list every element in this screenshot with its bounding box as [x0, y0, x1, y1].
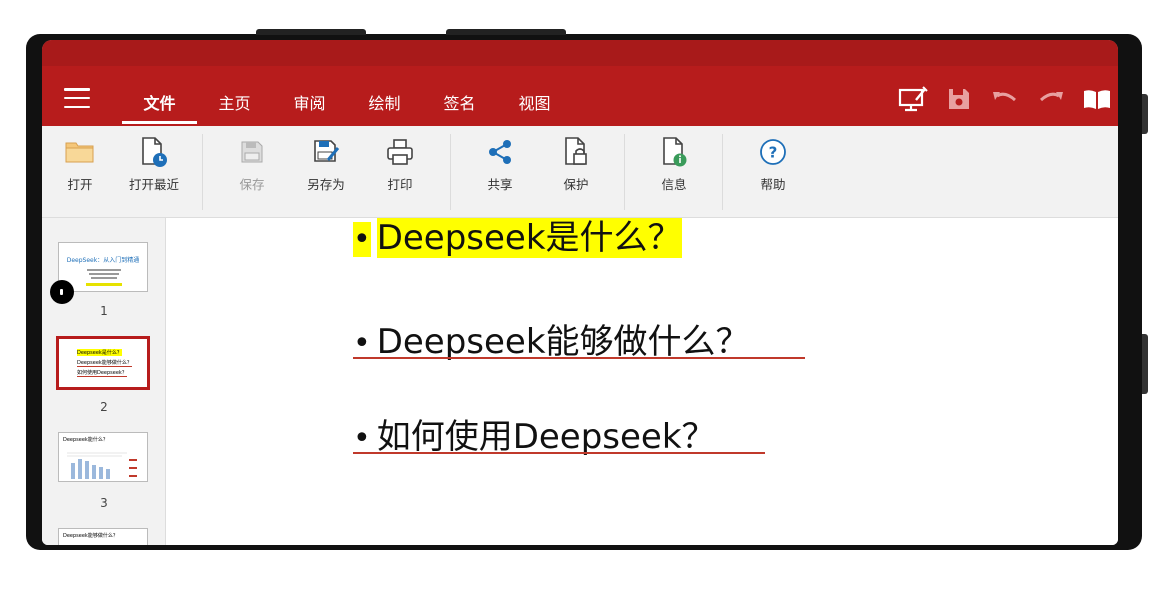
touch-pointer-indicator: [50, 280, 74, 304]
tab-draw[interactable]: 绘制: [347, 84, 422, 124]
page: 文件 主页 审阅 绘制 签名 视图 打开 打开最近 保存 另存为 打印 共享 保…: [0, 0, 1170, 610]
share-icon: [484, 136, 516, 168]
reader-mode-icon[interactable]: [1082, 86, 1112, 112]
thumb-1-highlight: [86, 283, 122, 286]
undo-icon[interactable]: [990, 86, 1020, 112]
share-label: 共享: [487, 177, 513, 192]
thumb-3-mini-chart: [67, 452, 137, 479]
open-button[interactable]: 打开: [42, 136, 120, 196]
status-strip: [42, 40, 1118, 66]
slide-number-1: 1: [100, 304, 108, 318]
slide-thumbnail-3[interactable]: Deepseek能什么？: [58, 432, 148, 482]
spellcheck-underline: [353, 357, 805, 359]
bullet-text-3: 如何使用Deepseek？: [376, 417, 716, 457]
ribbon-separator: [722, 134, 723, 210]
slide-number-3: 3: [100, 496, 108, 510]
spellcheck-underline: [353, 452, 765, 454]
thumb-2-line-2: Deepseek能够做什么？: [77, 360, 132, 367]
slide-thumbnail-4[interactable]: Deepseek能够做什么？: [58, 528, 148, 545]
tab-file[interactable]: 文件: [122, 84, 197, 124]
tab-home[interactable]: 主页: [197, 84, 272, 124]
slide-thumbnails-panel[interactable]: DeepSeek：从入门到精通 1 Deepseek是什么？ Deepseek能…: [42, 218, 166, 545]
save-ribbon-button[interactable]: 保存: [212, 136, 292, 196]
slide-bullet-2[interactable]: • Deepseek能够做什么？: [353, 314, 750, 363]
save-as-button[interactable]: 另存为: [286, 136, 366, 196]
info-button[interactable]: 信息: [634, 136, 714, 196]
share-button[interactable]: 共享: [460, 136, 540, 196]
thumb-4-title: Deepseek能够做什么？: [63, 533, 118, 539]
bullet-dot: •: [353, 222, 371, 257]
bullet-text-1: Deepseek是什么？: [376, 218, 682, 258]
svg-text:?: ?: [769, 144, 778, 162]
bullet-dot: •: [353, 326, 371, 361]
thumb-2-line-3: 如何使用Deepseek？: [77, 370, 127, 377]
help-button[interactable]: ? 帮助: [733, 136, 813, 196]
slide-thumbnail-2[interactable]: Deepseek是什么？ Deepseek能够做什么？ 如何使用Deepseek…: [56, 336, 150, 390]
save-label: 保存: [239, 177, 265, 192]
protect-label: 保护: [563, 177, 589, 192]
thumb-2-line-1: Deepseek是什么？: [77, 349, 122, 356]
bullet-dot: •: [353, 421, 371, 456]
app-screen: 文件 主页 审阅 绘制 签名 视图 打开 打开最近 保存 另存为 打印 共享 保…: [42, 40, 1118, 545]
tab-review[interactable]: 审阅: [272, 84, 347, 124]
open-label: 打开: [67, 177, 93, 192]
info-file-icon: [658, 136, 690, 168]
presentation-edit-icon[interactable]: [898, 86, 928, 112]
print-label: 打印: [387, 177, 413, 192]
slide-canvas[interactable]: • Deepseek是什么？ • Deepseek能够做什么？ • 如何使用Deeps…: [167, 218, 1118, 545]
power-button: [1142, 334, 1148, 394]
open-recent-label: 打开最近: [128, 177, 179, 192]
ribbon-separator: [450, 134, 451, 210]
ribbon-separator: [202, 134, 203, 210]
open-recent-button[interactable]: 打开最近: [114, 136, 194, 196]
thumb-1-title: DeepSeek：从入门到精通: [66, 257, 140, 264]
thumb-1-line: [87, 269, 121, 271]
print-button[interactable]: 打印: [360, 136, 440, 196]
protect-button[interactable]: 保护: [536, 136, 616, 196]
tab-view[interactable]: 视图: [497, 84, 572, 124]
redo-icon[interactable]: [1036, 86, 1066, 112]
info-label: 信息: [661, 177, 687, 192]
save-as-label: 另存为: [307, 177, 345, 192]
app-bar: 文件 主页 审阅 绘制 签名 视图: [42, 40, 1118, 126]
thumb-1-line: [91, 277, 117, 279]
folder-icon: [64, 136, 96, 168]
recent-file-icon: [138, 136, 170, 168]
menu-icon[interactable]: [64, 88, 90, 108]
thumb-1-line: [89, 273, 119, 275]
bullet-text-2: Deepseek能够做什么？: [376, 322, 750, 362]
printer-icon: [384, 136, 416, 168]
thumb-3-title: Deepseek能什么？: [63, 437, 108, 443]
ribbon-separator: [624, 134, 625, 210]
slide-bullet-1[interactable]: • Deepseek是什么？: [353, 218, 682, 259]
save-as-icon: [310, 136, 342, 168]
help-icon: ?: [757, 136, 789, 168]
slide-number-2: 2: [100, 400, 108, 414]
save-disk-icon: [236, 136, 268, 168]
help-label: 帮助: [760, 177, 786, 192]
volume-button: [1142, 94, 1148, 134]
appbar-actions: [898, 86, 1112, 112]
slide-bullet-3[interactable]: • 如何使用Deepseek？: [353, 409, 716, 458]
main-tabs: 文件 主页 审阅 绘制 签名 视图: [122, 84, 572, 124]
file-ribbon: 打开 打开最近 保存 另存为 打印 共享 保护 信息 ? 帮助: [42, 126, 1118, 225]
tab-sign[interactable]: 签名: [422, 84, 497, 124]
save-icon[interactable]: [944, 86, 974, 112]
lock-file-icon: [560, 136, 592, 168]
